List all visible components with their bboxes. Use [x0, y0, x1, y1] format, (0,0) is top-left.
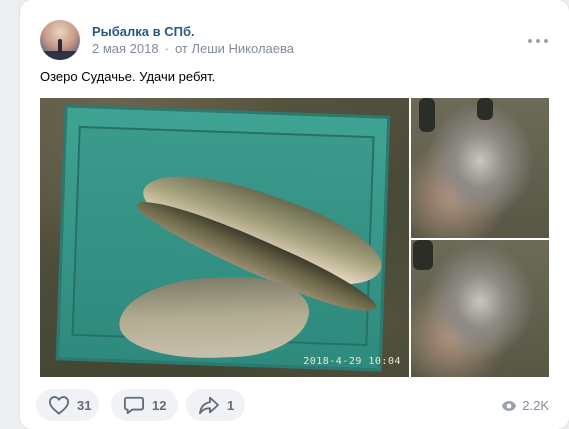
- post-author-link[interactable]: от Леши Николаева: [175, 41, 294, 56]
- views-counter: 2.2K: [501, 398, 549, 413]
- speech-bubble-icon: [124, 396, 144, 415]
- photo-boot: [413, 240, 433, 270]
- photo-boot: [419, 98, 435, 132]
- post-photo-2[interactable]: [411, 98, 549, 238]
- views-count: 2.2K: [522, 398, 549, 413]
- share-button[interactable]: 1: [186, 389, 245, 421]
- like-count: 31: [77, 397, 92, 413]
- group-name-link[interactable]: Рыбалка в СПб.: [92, 24, 195, 39]
- avatar-figure: [58, 39, 62, 53]
- meta-separator: ·: [164, 41, 169, 56]
- photo-crate-inner: [71, 125, 392, 362]
- share-count: 1: [227, 397, 235, 413]
- comment-count: 12: [152, 397, 167, 413]
- photo-boot: [477, 98, 493, 120]
- wall-post: Рыбалка в СПб. 2 мая 2018 · от Леши Никола…: [20, 0, 569, 429]
- group-avatar[interactable]: [40, 20, 80, 60]
- more-horizontal-icon[interactable]: [528, 38, 548, 44]
- post-photo-main[interactable]: 2018-4-29 10:04: [40, 98, 409, 377]
- post-photo-3[interactable]: [411, 240, 549, 377]
- photo-fish-bream: [117, 274, 311, 362]
- post-meta: 2 мая 2018 · от Леши Николаева: [92, 41, 294, 56]
- post-text: Озеро Судачье. Удачи ребят.: [40, 69, 216, 84]
- heart-outline-icon: [49, 396, 69, 415]
- photo-crate: [55, 104, 392, 372]
- photo-timestamp: 2018-4-29 10:04: [303, 356, 401, 367]
- like-button[interactable]: 31: [36, 389, 99, 421]
- comment-button[interactable]: 12: [111, 389, 178, 421]
- share-arrow-icon: [199, 396, 219, 415]
- post-date[interactable]: 2 мая 2018: [92, 41, 159, 56]
- eye-icon: [502, 400, 517, 411]
